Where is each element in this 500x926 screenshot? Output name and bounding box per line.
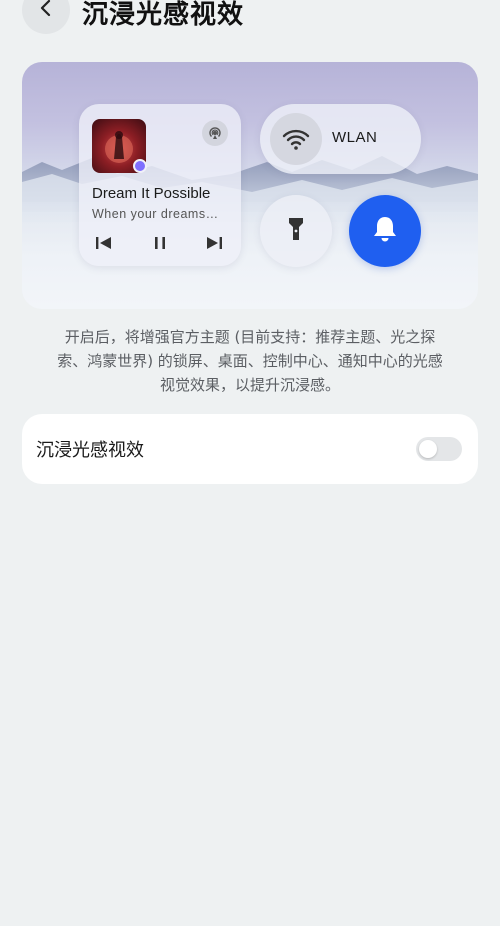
setting-label: 沉浸光感视效 xyxy=(36,440,144,461)
switch-knob xyxy=(419,440,437,458)
wlan-label: WLAN xyxy=(332,129,378,146)
feature-description: 开启后，将增强官方主题 (目前支持：推荐主题、光之探 索、鸿蒙世界) 的锁屏、桌… xyxy=(22,325,478,397)
skip-previous-icon[interactable] xyxy=(93,232,115,254)
notification-sound-button[interactable] xyxy=(349,195,421,267)
audio-cast-icon[interactable] xyxy=(202,120,228,146)
song-subtitle: When your dreams… xyxy=(92,207,219,221)
music-app-badge xyxy=(133,159,147,173)
song-title: Dream It Possible xyxy=(92,185,211,202)
bell-icon xyxy=(372,215,398,248)
immersive-effect-switch[interactable] xyxy=(416,437,462,461)
flashlight-icon xyxy=(288,216,304,247)
wifi-icon xyxy=(270,113,322,165)
header: 沉浸光感视效 xyxy=(0,0,500,40)
page: 沉浸光感视效 Dream It Possible When your dream… xyxy=(0,0,500,926)
description-line: 索、鸿蒙世界) 的锁屏、桌面、控制中心、通知中心的光感 xyxy=(57,352,443,370)
description-line: 视觉效果，以提升沉浸感。 xyxy=(159,376,340,394)
flashlight-button[interactable] xyxy=(260,195,332,267)
page-title: 沉浸光感视效 xyxy=(82,0,245,30)
setting-row[interactable]: 沉浸光感视效 xyxy=(22,414,478,484)
music-widget[interactable]: Dream It Possible When your dreams… xyxy=(79,104,241,266)
back-button[interactable] xyxy=(22,0,70,34)
wlan-toggle[interactable]: WLAN xyxy=(260,104,421,174)
skip-next-icon[interactable] xyxy=(203,232,225,254)
pause-icon[interactable] xyxy=(149,232,171,254)
effect-preview: Dream It Possible When your dreams… WLAN xyxy=(22,62,478,309)
chevron-left-icon xyxy=(36,0,56,23)
description-line: 开启后，将增强官方主题 (目前支持：推荐主题、光之探 xyxy=(64,328,436,346)
